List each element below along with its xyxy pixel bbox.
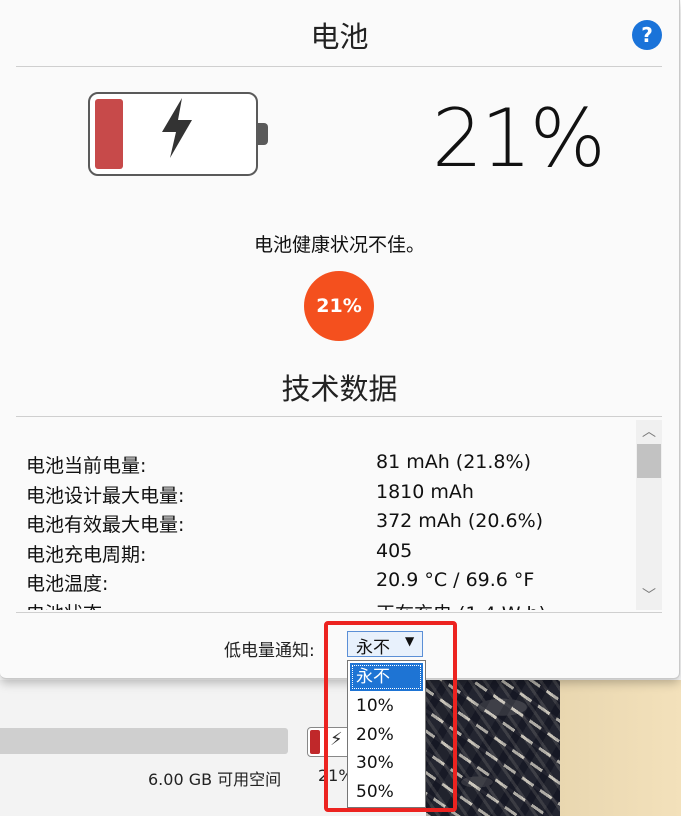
- battery-popup: 电池 ? 21% 电池健康状况不佳。 21% 技术数据 电池当前电量: 81 m…: [0, 0, 680, 679]
- tech-key: 电池有效最大电量:: [26, 514, 185, 536]
- scroll-up-icon[interactable]: ︿: [636, 422, 662, 442]
- tech-value: 20.9 °C / 69.6 °F: [376, 569, 535, 591]
- tech-key: 电池充电周期:: [26, 544, 147, 566]
- annotation-highlight-box: [324, 621, 457, 812]
- popup-title: 电池: [310, 20, 369, 54]
- tech-value: 81 mAh (21.8%): [376, 451, 531, 473]
- divider: [16, 66, 662, 67]
- list-item: 电池状态: 正在充电 (1.4 W·h): [26, 599, 636, 610]
- list-item: 电池有效最大电量: 372 mAh (20.6%): [26, 510, 636, 540]
- tech-key: 电池温度:: [26, 573, 109, 595]
- list-item: 电池温度: 20.9 °C / 69.6 °F: [26, 569, 636, 599]
- tech-data-title: 技术数据: [281, 372, 398, 406]
- tech-value: 正在充电 (1.4 W·h): [376, 599, 546, 610]
- tech-data-list: 电池当前电量: 81 mAh (21.8%) 电池设计最大电量: 1810 mA…: [16, 420, 636, 610]
- scroll-down-icon[interactable]: ﹀: [636, 586, 662, 606]
- battery-terminal: [258, 123, 268, 145]
- tech-value: 372 mAh (20.6%): [376, 510, 544, 532]
- health-status-text: 电池健康状况不佳。: [253, 234, 425, 256]
- battery-charging-icon: [88, 92, 258, 176]
- list-item: 电池当前电量: 81 mAh (21.8%): [26, 451, 636, 481]
- health-badge: 21%: [304, 271, 374, 341]
- scroll-thumb[interactable]: [637, 444, 661, 478]
- divider: [16, 612, 662, 613]
- storage-label: 6.00 GB 可用空间: [148, 770, 282, 789]
- lightning-icon: [158, 98, 196, 176]
- mini-battery-fill: [310, 730, 320, 754]
- tech-value: 1810 mAh: [376, 481, 474, 503]
- list-item: 电池充电周期: 405: [26, 540, 636, 570]
- tech-value: 405: [376, 540, 413, 562]
- divider: [16, 416, 662, 417]
- tech-key: 电池设计最大电量:: [26, 485, 185, 507]
- battery-percentage: 21%: [432, 92, 606, 185]
- battery-level-fill: [95, 99, 123, 169]
- tech-key: 电池状态:: [26, 599, 108, 610]
- list-item: 电池设计最大电量: 1810 mAh: [26, 481, 636, 511]
- background-photo-edge: [560, 680, 681, 816]
- low-battery-notify-label: 低电量通知:: [224, 641, 315, 661]
- tech-key: 电池当前电量:: [26, 455, 147, 477]
- scrollbar[interactable]: ︿ ﹀: [636, 420, 662, 610]
- storage-bar: [0, 728, 288, 754]
- help-icon[interactable]: ?: [632, 20, 662, 50]
